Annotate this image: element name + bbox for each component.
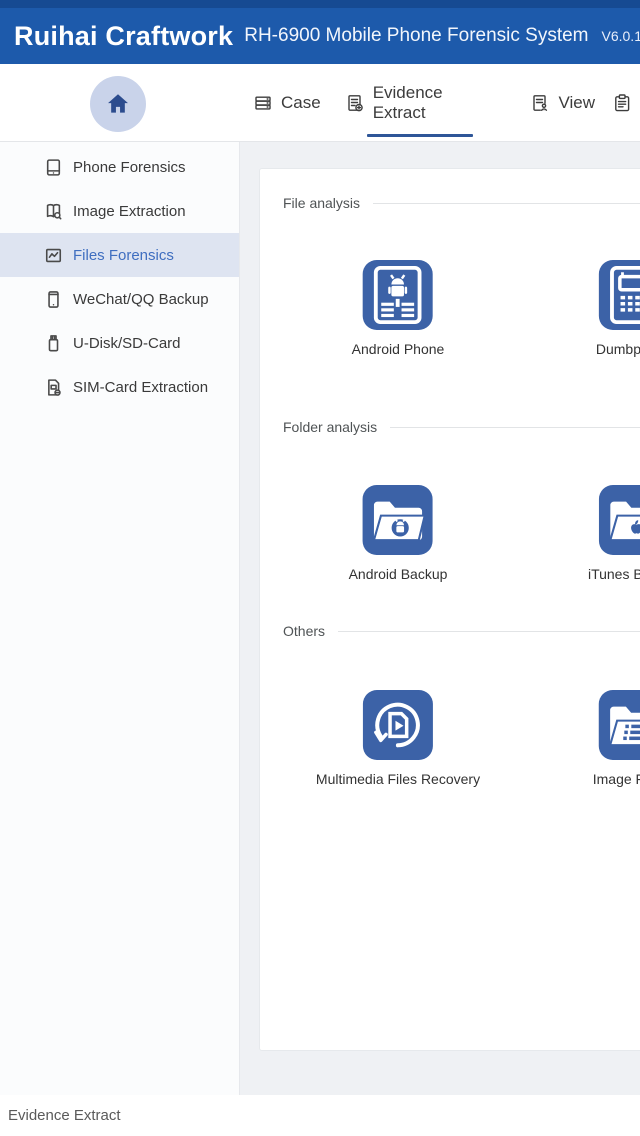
section-divider [338,631,640,632]
wechat-qq-backup-icon [44,290,63,309]
android-backup-icon [363,485,433,555]
tile-android-backup[interactable]: Android Backup [349,485,448,582]
sidebar-item-image-extraction[interactable]: Image Extraction [0,189,239,233]
tab-clipped-right[interactable] [612,93,640,113]
section-others: Others Multimedia Files [283,622,640,792]
clipboard-icon [612,93,632,113]
tile-android-phone[interactable]: Android Phone [352,260,445,357]
tile-label: Multimedia Files Recovery [316,771,480,787]
sidebar-item-files-forensics[interactable]: Files Forensics [0,233,239,277]
image-extraction-icon [44,202,63,221]
sidebar-item-label: SIM-Card Extraction [73,379,208,396]
sidebar-item-label: WeChat/QQ Backup [73,291,209,308]
multimedia-recovery-icon [363,690,433,760]
itunes-backup-icon [599,485,640,555]
app-title-bar: Ruihai Craftwork RH-6900 Mobile Phone Fo… [0,8,640,64]
section-title: Folder analysis [283,418,377,436]
home-icon [105,91,131,117]
tab-evidence-extract[interactable]: Evidence Extract [345,83,495,123]
tab-bar: Case Evidence Extract View [0,64,640,142]
tile-itunes-backup[interactable]: iTunes Backup [588,485,640,582]
tab-evidence-extract-label: Evidence Extract [373,83,495,123]
android-phone-icon [363,260,433,330]
tile-row: Android Phone [283,260,640,362]
tile-row: Multimedia Files Recovery [283,690,640,792]
phone-forensics-icon [44,158,63,177]
sidebar-item-label: U-Disk/SD-Card [73,335,181,352]
tile-image-folder[interactable]: Image Folder [593,690,640,787]
case-icon [253,93,273,113]
sidebar: Phone Forensics Image Extraction Files F… [0,142,240,1095]
section-folder-analysis: Folder analysis [283,418,640,587]
window-top-strip [0,0,640,8]
section-divider [373,203,640,204]
tab-case-label: Case [281,93,321,113]
sidebar-item-phone-forensics[interactable]: Phone Forensics [0,145,239,189]
main-panel: File analysis [240,142,640,1095]
sidebar-item-udisk-sdcard[interactable]: U-Disk/SD-Card [0,321,239,365]
launcher-card: File analysis [259,168,640,1051]
sim-card-icon [44,378,63,397]
evidence-extract-icon [345,93,365,113]
tile-multimedia-files-recovery[interactable]: Multimedia Files Recovery [316,690,480,787]
section-title: File analysis [283,194,360,212]
product-title: RH-6900 Mobile Phone Forensic System [244,25,588,47]
dumbphone-icon [599,260,640,330]
tab-case[interactable]: Case [253,93,321,113]
view-icon [530,93,550,113]
files-forensics-icon [44,246,63,265]
section-file-analysis: File analysis [283,194,640,362]
section-divider [390,427,640,428]
udisk-sdcard-icon [44,334,63,353]
sidebar-item-label: Image Extraction [73,203,186,220]
tab-view[interactable]: View [530,93,595,113]
section-header: Others [283,622,640,640]
sidebar-item-label: Phone Forensics [73,159,186,176]
sidebar-item-label: Files Forensics [73,247,174,264]
content-area: Phone Forensics Image Extraction Files F… [0,142,640,1095]
version-label: V6.0.1 [602,28,640,44]
status-bar: Evidence Extract [0,1095,640,1136]
section-title: Others [283,622,325,640]
tab-list: Case Evidence Extract View [253,64,640,141]
section-header: File analysis [283,194,640,212]
tile-dumbphone[interactable]: Dumbphone [596,260,640,357]
brand-name: Ruihai Craftwork [14,21,233,52]
tile-label: Android Phone [352,341,445,357]
tile-label: Dumbphone [596,341,640,357]
sidebar-item-sim-card-extraction[interactable]: SIM-Card Extraction [0,365,239,409]
tab-view-label: View [558,93,595,113]
section-header: Folder analysis [283,418,640,436]
sidebar-item-wechat-qq-backup[interactable]: WeChat/QQ Backup [0,277,239,321]
status-text: Evidence Extract [8,1107,121,1124]
image-folder-icon [599,690,640,760]
tile-label: Android Backup [349,566,448,582]
tile-row: Android Backup iTunes Bac [283,485,640,587]
home-button[interactable] [90,76,146,132]
tile-label: Image Folder [593,771,640,787]
tile-label: iTunes Backup [588,566,640,582]
